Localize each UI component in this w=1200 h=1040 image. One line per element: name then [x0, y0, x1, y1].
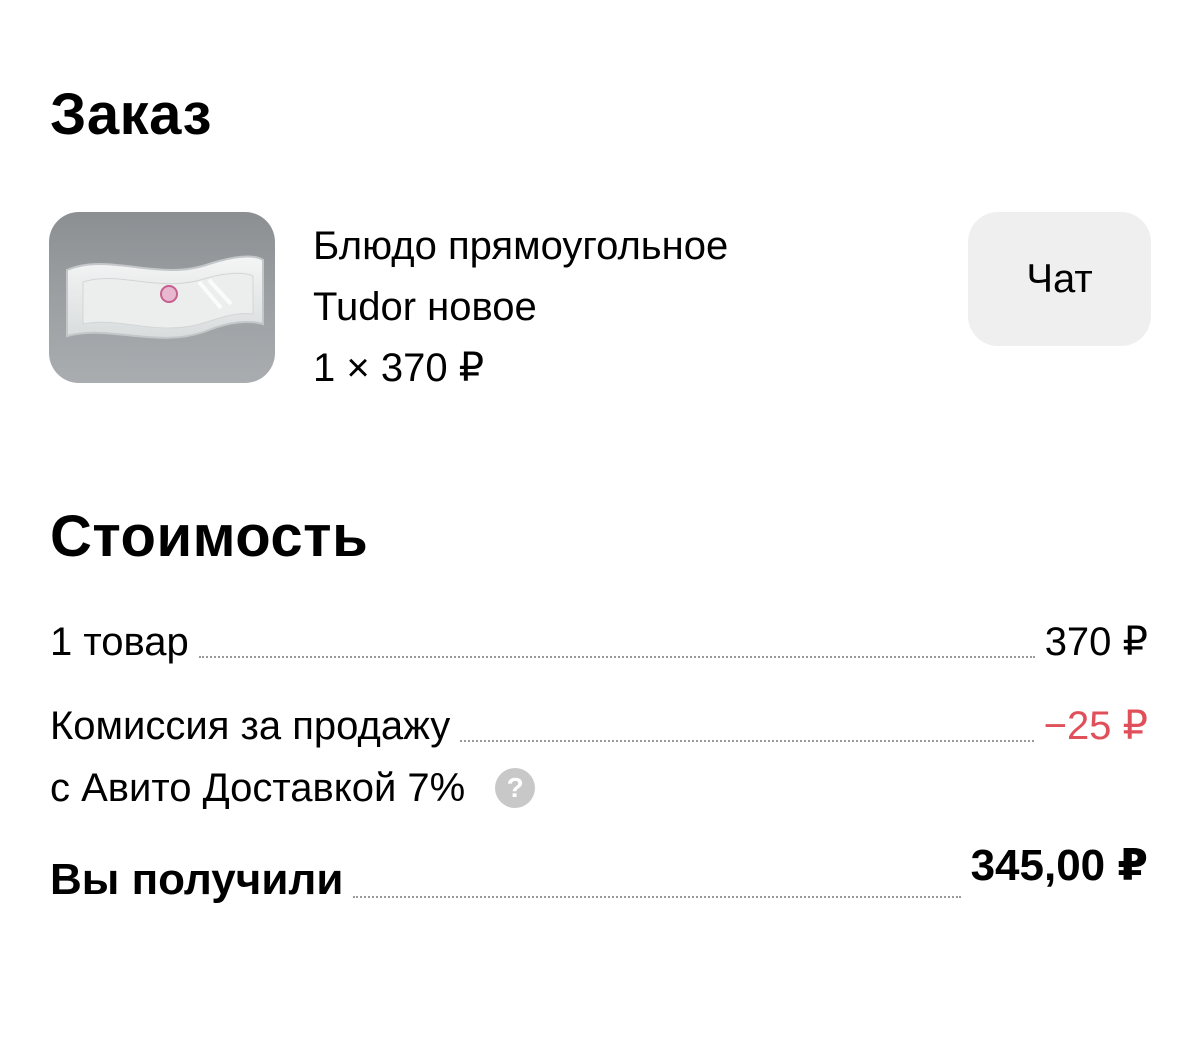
- item-name-line1: Блюдо прямоугольное: [313, 224, 729, 268]
- cost-row-goods: 1 товар 370 ₽: [50, 622, 1148, 662]
- item-info: Блюдо прямоугольное Tudor новое 1 × 370 …: [313, 216, 728, 399]
- commission-label: Комиссия за продажу: [50, 704, 451, 748]
- commission-label-line2: с Авито Доставкой 7%: [50, 766, 466, 810]
- cost-row-total: Вы получили 345,00 ₽: [50, 844, 1148, 904]
- goods-label: 1 товар: [50, 620, 189, 664]
- order-title: Заказ: [50, 82, 212, 147]
- total-value: 345,00 ₽: [970, 841, 1148, 890]
- dotted-leader: [460, 740, 1034, 742]
- dotted-leader: [353, 896, 961, 898]
- question-mark-icon[interactable]: ?: [495, 768, 536, 808]
- commission-sub-label: с Авито Доставкой 7% ?: [50, 766, 536, 810]
- item-qty-price: 1 × 370 ₽: [313, 346, 485, 390]
- cost-title: Стоимость: [50, 504, 369, 569]
- commission-value: −25 ₽: [1043, 704, 1148, 748]
- item-name-line2: Tudor новое: [313, 285, 537, 329]
- dish-image: [66, 255, 264, 339]
- cost-row-commission: Комиссия за продажу −25 ₽: [50, 706, 1148, 746]
- goods-value: 370 ₽: [1044, 620, 1148, 664]
- total-label: Вы получили: [50, 855, 344, 904]
- dotted-leader: [198, 656, 1035, 658]
- item-thumbnail[interactable]: [49, 212, 275, 383]
- chat-button[interactable]: Чат: [968, 212, 1151, 346]
